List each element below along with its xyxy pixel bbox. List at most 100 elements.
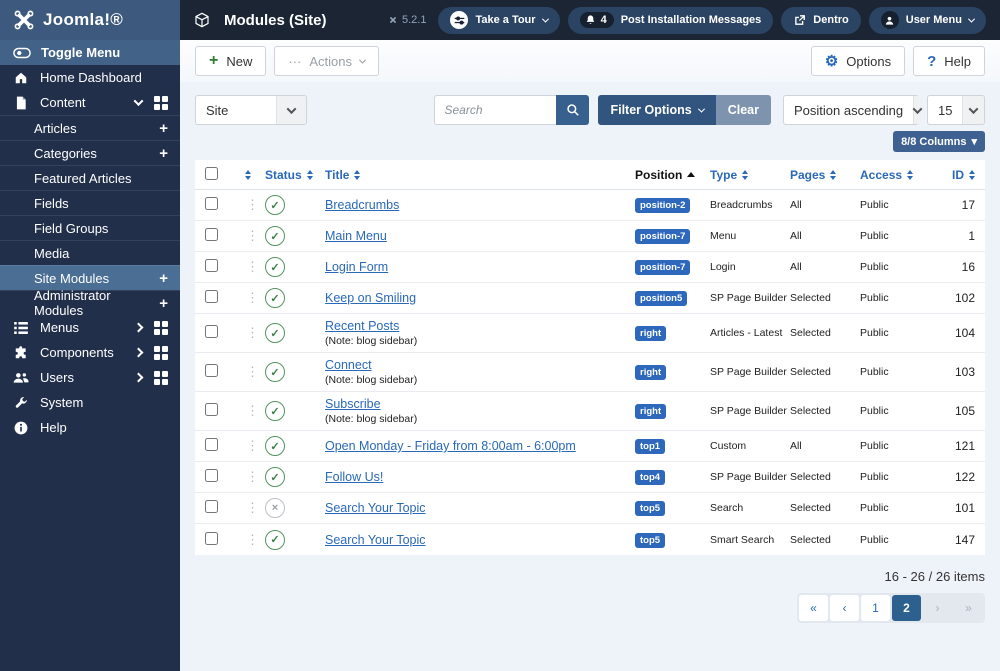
header-type[interactable]: Type: [710, 168, 790, 182]
drag-handle-icon[interactable]: ⋮: [240, 228, 265, 244]
filter-options-button[interactable]: Filter Options: [598, 95, 716, 125]
sidebar-item-system[interactable]: System: [0, 390, 180, 415]
header-pages[interactable]: Pages: [790, 168, 860, 182]
row-checkbox[interactable]: [205, 290, 218, 303]
sort-select[interactable]: Position ascending: [783, 95, 923, 125]
module-title-link[interactable]: Follow Us!: [325, 470, 383, 484]
sidebar-item-categories[interactable]: Categories +: [0, 140, 180, 165]
drag-handle-icon[interactable]: ⋮: [240, 403, 265, 419]
drag-handle-icon[interactable]: ⋮: [240, 500, 265, 516]
module-title-link[interactable]: Keep on Smiling: [325, 291, 416, 305]
sidebar-item-articles[interactable]: Articles +: [0, 115, 180, 140]
sidebar-item-home-dashboard[interactable]: Home Dashboard: [0, 65, 180, 90]
pagination-page-2-active[interactable]: 2: [892, 595, 921, 621]
module-title-link[interactable]: Search Your Topic: [325, 533, 426, 547]
grid-icon[interactable]: [154, 320, 168, 335]
module-title-link[interactable]: Search Your Topic: [325, 501, 426, 515]
drag-handle-icon[interactable]: ⋮: [240, 364, 265, 380]
grid-icon[interactable]: [154, 95, 168, 110]
sidebar-item-fields[interactable]: Fields: [0, 190, 180, 215]
header-position[interactable]: Position: [635, 168, 710, 182]
row-checkbox[interactable]: [205, 197, 218, 210]
module-title-link[interactable]: Login Form: [325, 260, 388, 274]
drag-handle-icon[interactable]: ⋮: [240, 438, 265, 454]
status-published-icon[interactable]: ✓: [265, 195, 285, 215]
header-status[interactable]: Status: [265, 168, 325, 182]
drag-handle-icon[interactable]: ⋮: [240, 259, 265, 275]
pagination-first-button[interactable]: «: [799, 595, 828, 621]
row-checkbox[interactable]: [205, 500, 218, 513]
grid-icon[interactable]: [154, 370, 168, 385]
status-published-icon[interactable]: ✓: [265, 226, 285, 246]
row-checkbox[interactable]: [205, 469, 218, 482]
row-checkbox[interactable]: [205, 403, 218, 416]
post-installation-messages-button[interactable]: 4 Post Installation Messages: [567, 6, 774, 34]
drag-handle-icon[interactable]: ⋮: [240, 197, 265, 213]
status-published-icon[interactable]: ✓: [265, 362, 285, 382]
module-title-link[interactable]: Subscribe: [325, 397, 381, 411]
module-title-link[interactable]: Breadcrumbs: [325, 198, 399, 212]
row-checkbox[interactable]: [205, 228, 218, 241]
pagination-prev-button[interactable]: ‹: [830, 595, 859, 621]
module-title-link[interactable]: Recent Posts: [325, 319, 399, 333]
status-published-icon[interactable]: ✓: [265, 436, 285, 456]
sidebar-item-components[interactable]: Components: [0, 340, 180, 365]
select-all-checkbox[interactable]: [205, 166, 218, 180]
site-filter-select[interactable]: Site: [195, 95, 307, 125]
sidebar-item-media[interactable]: Media: [0, 240, 180, 265]
sidebar-item-menus[interactable]: Menus: [0, 315, 180, 340]
status-published-icon[interactable]: ✓: [265, 323, 285, 343]
row-checkbox[interactable]: [205, 438, 218, 451]
plus-icon[interactable]: +: [159, 271, 168, 286]
actions-button[interactable]: ··· Actions: [274, 46, 379, 76]
status-published-icon[interactable]: ✓: [265, 467, 285, 487]
drag-handle-icon[interactable]: ⋮: [240, 532, 265, 548]
new-button[interactable]: + New: [195, 46, 267, 76]
plus-icon[interactable]: +: [159, 121, 168, 136]
joomla-logo[interactable]: Joomla!®: [0, 0, 180, 40]
status-published-icon[interactable]: ✓: [265, 401, 285, 421]
toggle-menu-button[interactable]: Toggle Menu: [0, 40, 180, 65]
sidebar-item-field-groups[interactable]: Field Groups: [0, 215, 180, 240]
plus-icon[interactable]: +: [159, 146, 168, 161]
drag-handle-icon[interactable]: ⋮: [240, 325, 265, 341]
status-unpublished-icon[interactable]: ×: [265, 498, 285, 518]
take-a-tour-button[interactable]: Take a Tour: [438, 6, 560, 34]
grid-icon[interactable]: [154, 345, 168, 360]
status-published-icon[interactable]: ✓: [265, 257, 285, 277]
drag-handle-icon[interactable]: ⋮: [240, 290, 265, 306]
row-checkbox[interactable]: [205, 364, 218, 377]
module-title-link[interactable]: Open Monday - Friday from 8:00am - 6:00p…: [325, 439, 576, 453]
sidebar-item-users[interactable]: Users: [0, 365, 180, 390]
home-icon: [12, 71, 30, 85]
module-title-link[interactable]: Main Menu: [325, 229, 387, 243]
row-checkbox[interactable]: [205, 325, 218, 338]
module-title-link[interactable]: Connect: [325, 358, 372, 372]
position-badge: top5: [635, 501, 666, 516]
drag-handle-icon[interactable]: ⋮: [240, 469, 265, 485]
header-ordering[interactable]: [240, 169, 265, 180]
user-menu-button[interactable]: User Menu: [868, 6, 986, 34]
sidebar-item-content[interactable]: Content: [0, 90, 180, 115]
row-checkbox[interactable]: [205, 259, 218, 272]
pagination-page-1[interactable]: 1: [861, 595, 890, 621]
help-button[interactable]: ? Help: [913, 46, 985, 76]
columns-toggle-button[interactable]: 8/8 Columns ▾: [893, 131, 985, 152]
sidebar-item-help[interactable]: Help: [0, 415, 180, 440]
row-checkbox[interactable]: [205, 531, 218, 545]
clear-button[interactable]: Clear: [715, 95, 771, 125]
header-title[interactable]: Title: [325, 168, 635, 182]
status-published-icon[interactable]: ✓: [265, 529, 285, 550]
sidebar-item-featured-articles[interactable]: Featured Articles: [0, 165, 180, 190]
header-id[interactable]: ID: [930, 168, 975, 182]
list-limit-select[interactable]: 15: [927, 95, 985, 125]
header-access[interactable]: Access: [860, 168, 930, 182]
search-input[interactable]: [434, 95, 557, 125]
search-button[interactable]: [556, 95, 590, 125]
plus-icon[interactable]: +: [159, 296, 168, 311]
sidebar-item-site-modules[interactable]: Site Modules +: [0, 265, 180, 290]
options-button[interactable]: ⚙ Options: [810, 46, 906, 76]
sidebar-item-administrator-modules[interactable]: Administrator Modules +: [0, 288, 180, 318]
status-published-icon[interactable]: ✓: [265, 288, 285, 308]
preview-site-button[interactable]: Dentro: [781, 6, 861, 34]
